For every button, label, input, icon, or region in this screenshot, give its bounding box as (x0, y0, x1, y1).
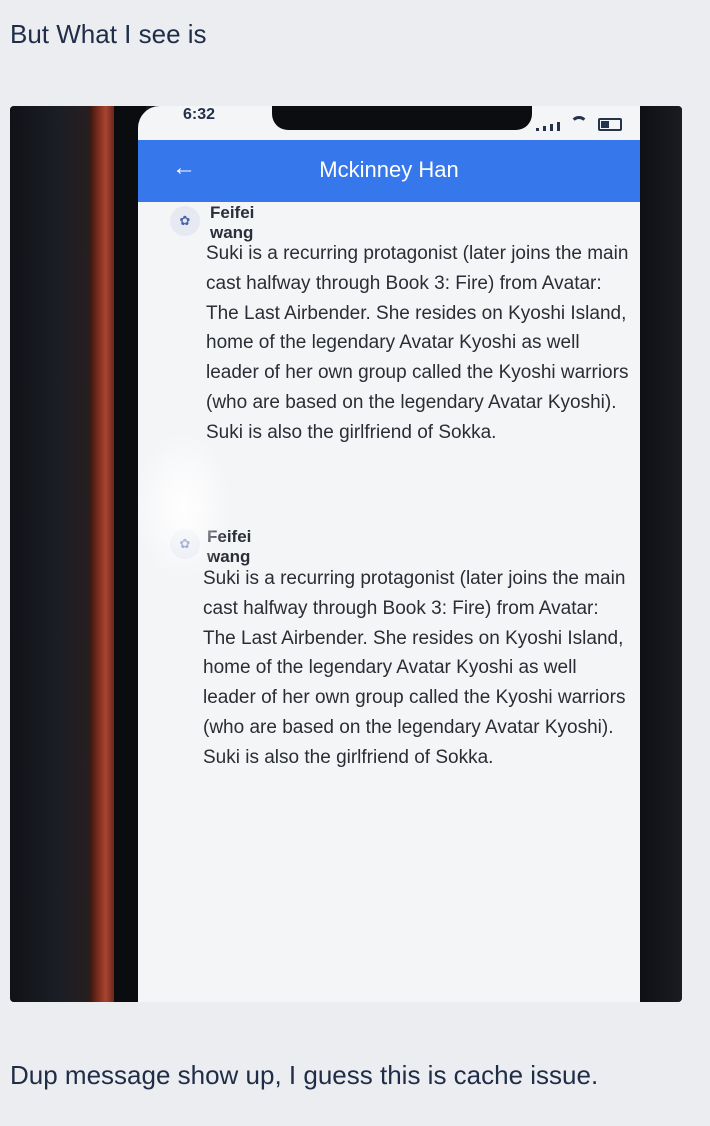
post-intro-text: But What I see is (10, 19, 207, 49)
photo-background-left (10, 106, 100, 1002)
phone-case-edge (90, 106, 116, 1002)
message-text: Suki is a recurring protagonist (later j… (203, 568, 626, 768)
signal-icon (543, 126, 546, 131)
phone-notch (272, 106, 532, 130)
chat-title: Mckinney Han (319, 157, 459, 182)
message-text: Suki is a recurring protagonist (later j… (206, 243, 629, 443)
battery-icon (598, 118, 622, 131)
signal-icon (557, 122, 560, 131)
photo-background-right (634, 106, 682, 1002)
wifi-icon (570, 116, 588, 134)
post-outro-text: Dup message show up, I guess this is cac… (10, 1060, 599, 1090)
avatar[interactable]: ✿ (170, 206, 200, 236)
status-icons (536, 116, 622, 131)
light-glare (138, 436, 228, 576)
status-time: 6:32 (183, 106, 216, 123)
screenshot-photo: 6:32 ← Mckinney Han ✿ Feifei wang Suki i… (10, 106, 682, 1002)
signal-icon (550, 124, 553, 131)
signal-icon (536, 128, 539, 131)
chat-header: ← Mckinney Han (138, 140, 640, 202)
message-sender: Feifei wang (210, 203, 255, 242)
